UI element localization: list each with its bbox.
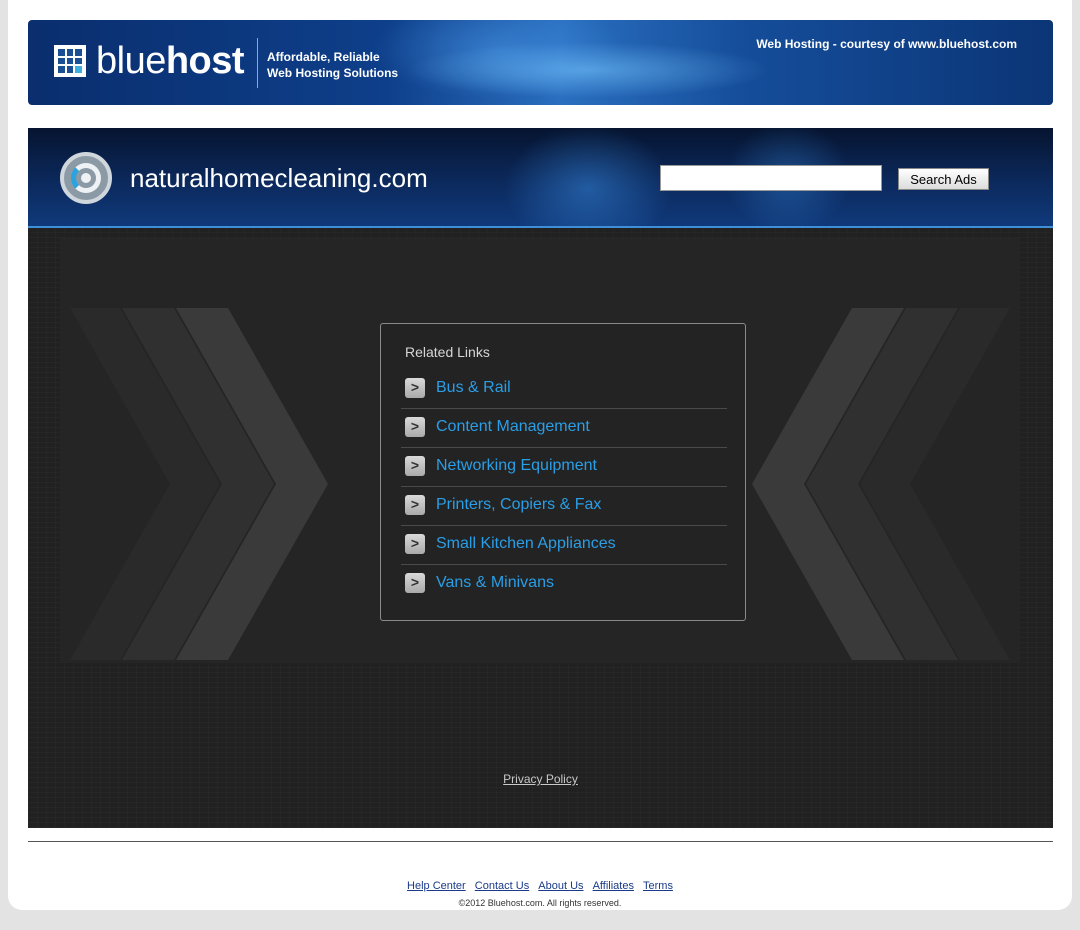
copyright-text: ©2012 Bluehost.com. All rights reserved. [458, 898, 622, 908]
left-chevrons-decoration [70, 308, 328, 660]
related-links-title: Related Links [405, 344, 490, 360]
content-area: Related Links > Bus & Rail > Content Man… [28, 228, 1053, 828]
related-link-bus-rail[interactable]: > Bus & Rail [401, 370, 727, 409]
footer-link-contact-us[interactable]: Contact Us [475, 880, 529, 892]
footer-link-help-center[interactable]: Help Center [407, 880, 466, 892]
footer-links: Help Center Contact Us About Us Affiliat… [8, 880, 1072, 892]
chevron-right-icon[interactable]: > [405, 495, 425, 515]
footer-link-about-us[interactable]: About Us [538, 880, 583, 892]
domain-name: naturalhomecleaning.com [130, 163, 428, 193]
related-link-small-kitchen-appliances[interactable]: > Small Kitchen Appliances [401, 526, 727, 565]
domain-header: naturalhomecleaning.com Search Ads [28, 128, 1053, 228]
related-links-list: > Bus & Rail > Content Management > Netw… [401, 370, 727, 603]
search-ads-button[interactable]: Search Ads [898, 168, 989, 190]
page: bluehost Affordable, Reliable Web Hostin… [8, 0, 1072, 910]
chevron-right-icon[interactable]: > [405, 417, 425, 437]
related-link-label[interactable]: Small Kitchen Appliances [436, 535, 616, 553]
related-link-content-management[interactable]: > Content Management [401, 409, 727, 448]
related-link-label[interactable]: Printers, Copiers & Fax [436, 496, 601, 514]
footer-divider [28, 841, 1053, 842]
domain-logo-icon [60, 152, 112, 204]
bluehost-banner[interactable]: bluehost Affordable, Reliable Web Hostin… [28, 20, 1053, 105]
related-links-box: Related Links > Bus & Rail > Content Man… [380, 323, 746, 621]
chevron-right-icon[interactable]: > [405, 534, 425, 554]
banner-divider [257, 38, 258, 88]
related-link-label[interactable]: Networking Equipment [436, 457, 597, 475]
related-link-networking-equipment[interactable]: > Networking Equipment [401, 448, 727, 487]
related-link-label[interactable]: Bus & Rail [436, 379, 511, 397]
footer-link-terms[interactable]: Terms [643, 880, 673, 892]
inner-panel: Related Links > Bus & Rail > Content Man… [60, 238, 1020, 663]
search-input[interactable] [660, 165, 882, 191]
privacy-section: Privacy Policy [28, 770, 1053, 788]
banner-courtesy-text[interactable]: Web Hosting - courtesy of www.bluehost.c… [756, 37, 1017, 51]
related-link-vans-minivans[interactable]: > Vans & Minivans [401, 565, 727, 603]
chevron-right-icon[interactable]: > [405, 378, 425, 398]
related-link-label[interactable]: Content Management [436, 418, 590, 436]
privacy-policy-link[interactable]: Privacy Policy [503, 772, 578, 786]
related-link-printers-copiers-fax[interactable]: > Printers, Copiers & Fax [401, 487, 727, 526]
bluehost-logo[interactable]: bluehost [96, 40, 245, 83]
related-link-label[interactable]: Vans & Minivans [436, 574, 554, 592]
right-chevrons-decoration [752, 308, 1010, 660]
footer-link-affiliates[interactable]: Affiliates [593, 880, 634, 892]
bluehost-grid-icon [54, 45, 86, 77]
chevron-right-icon[interactable]: > [405, 456, 425, 476]
chevron-right-icon[interactable]: > [405, 573, 425, 593]
banner-tagline: Affordable, Reliable Web Hosting Solutio… [267, 50, 399, 80]
